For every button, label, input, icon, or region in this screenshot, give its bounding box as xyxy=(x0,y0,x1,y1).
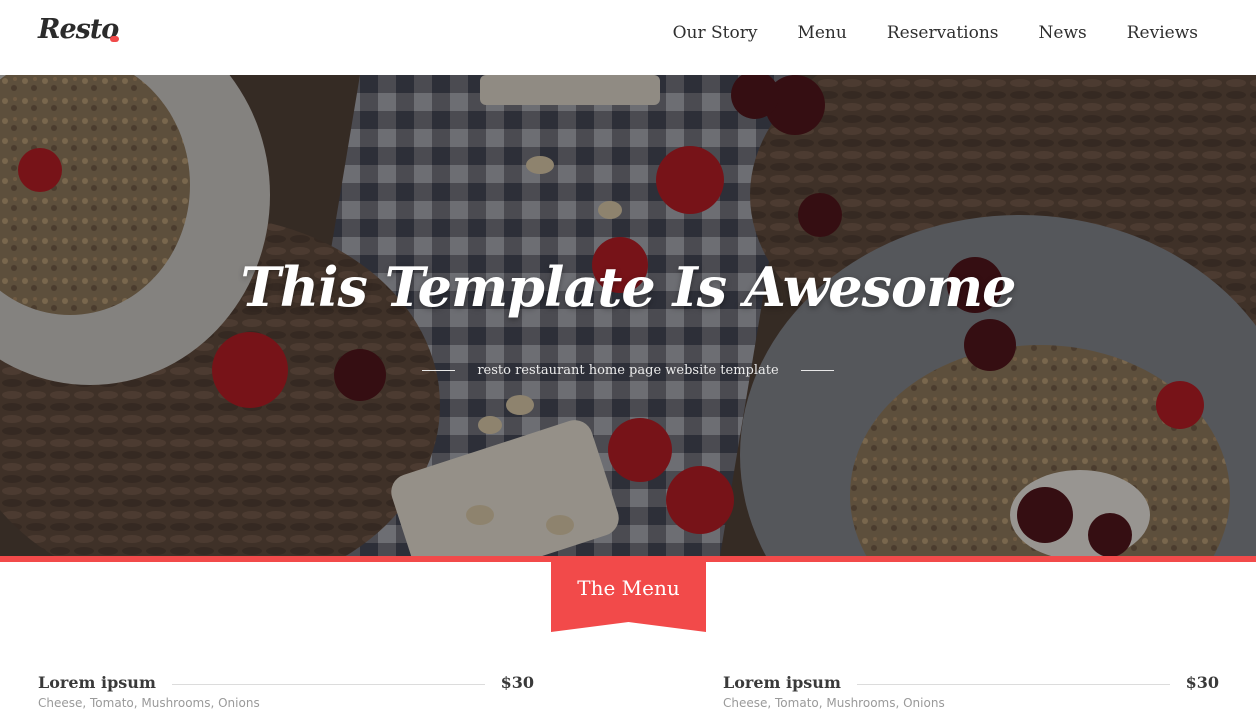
site-header: Resto Our Story Menu Reservations News R… xyxy=(0,0,1256,75)
menu-item-leader-line xyxy=(856,683,1170,685)
nav-our-story[interactable]: Our Story xyxy=(673,22,758,44)
menu-item-description: Cheese, Tomato, Mushrooms, Onions xyxy=(38,696,260,710)
menu-item-description: Cheese, Tomato, Mushrooms, Onions xyxy=(723,696,945,710)
menu-item: Lorem ipsum $30 xyxy=(38,670,534,694)
menu-item-leader-line xyxy=(171,683,485,685)
menu-item-name: Lorem ipsum xyxy=(723,672,841,692)
nav-reviews[interactable]: Reviews xyxy=(1127,22,1198,44)
hero-subtitle-row: resto restaurant home page website templ… xyxy=(0,363,1256,378)
subtitle-divider-right xyxy=(800,370,834,371)
nav-reservations[interactable]: Reservations xyxy=(887,22,999,44)
nav-news[interactable]: News xyxy=(1039,22,1087,44)
hero-banner: This Template Is Awesome resto restauran… xyxy=(0,75,1256,556)
menu-section-title: The Menu xyxy=(577,576,680,600)
main-nav: Our Story Menu Reservations News Reviews xyxy=(633,22,1198,44)
menu-section-ribbon: The Menu xyxy=(551,556,706,632)
menu-item-name: Lorem ipsum xyxy=(38,672,156,692)
logo[interactable]: Resto xyxy=(38,14,119,45)
subtitle-divider-left xyxy=(422,370,456,371)
menu-list-left: Lorem ipsum $30 Cheese, Tomato, Mushroom… xyxy=(38,670,534,710)
logo-heart-icon xyxy=(110,36,119,42)
menu-item-price: $30 xyxy=(500,672,534,692)
hero-title: This Template Is Awesome xyxy=(240,255,1017,319)
menu-list-right: Lorem ipsum $30 Cheese, Tomato, Mushroom… xyxy=(723,670,1219,710)
hero-subtitle: resto restaurant home page website templ… xyxy=(477,363,779,378)
menu-item-price: $30 xyxy=(1185,672,1219,692)
menu-item: Lorem ipsum $30 xyxy=(723,670,1219,694)
nav-menu[interactable]: Menu xyxy=(797,22,846,44)
